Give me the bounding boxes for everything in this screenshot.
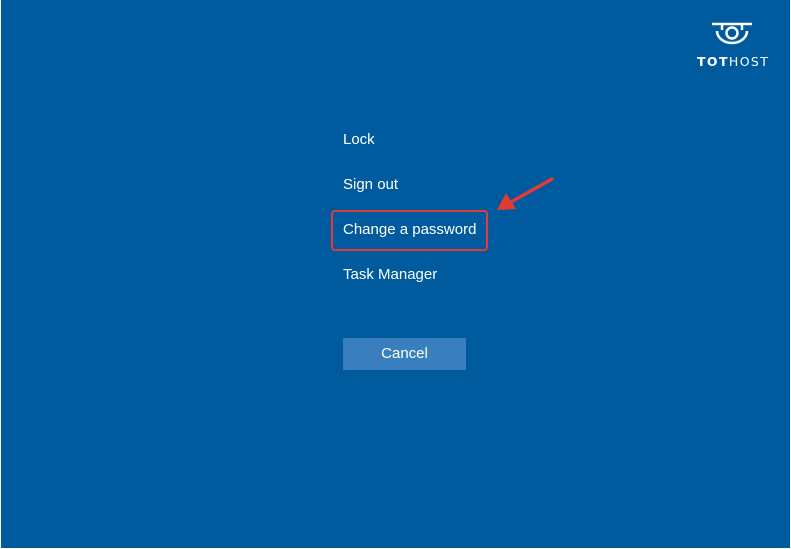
menu-item-sign-out[interactable]: Sign out bbox=[343, 175, 398, 195]
menu-item-task-manager[interactable]: Task Manager bbox=[343, 265, 437, 285]
cancel-button[interactable]: Cancel bbox=[343, 338, 466, 370]
logo-text-bold: TOT bbox=[697, 54, 729, 69]
logo-text-regular: HOST bbox=[728, 54, 770, 69]
red-arrow-icon bbox=[497, 177, 554, 210]
menu-item-lock[interactable]: Lock bbox=[343, 130, 375, 150]
tothost-logo: TOTHOST bbox=[697, 22, 770, 72]
tothost-logo-icon bbox=[712, 22, 752, 45]
security-options-screen: TOTHOST Lock Sign out Change a password … bbox=[1, 0, 790, 548]
highlight-box bbox=[331, 210, 488, 251]
logo-text: TOTHOST bbox=[697, 54, 770, 69]
